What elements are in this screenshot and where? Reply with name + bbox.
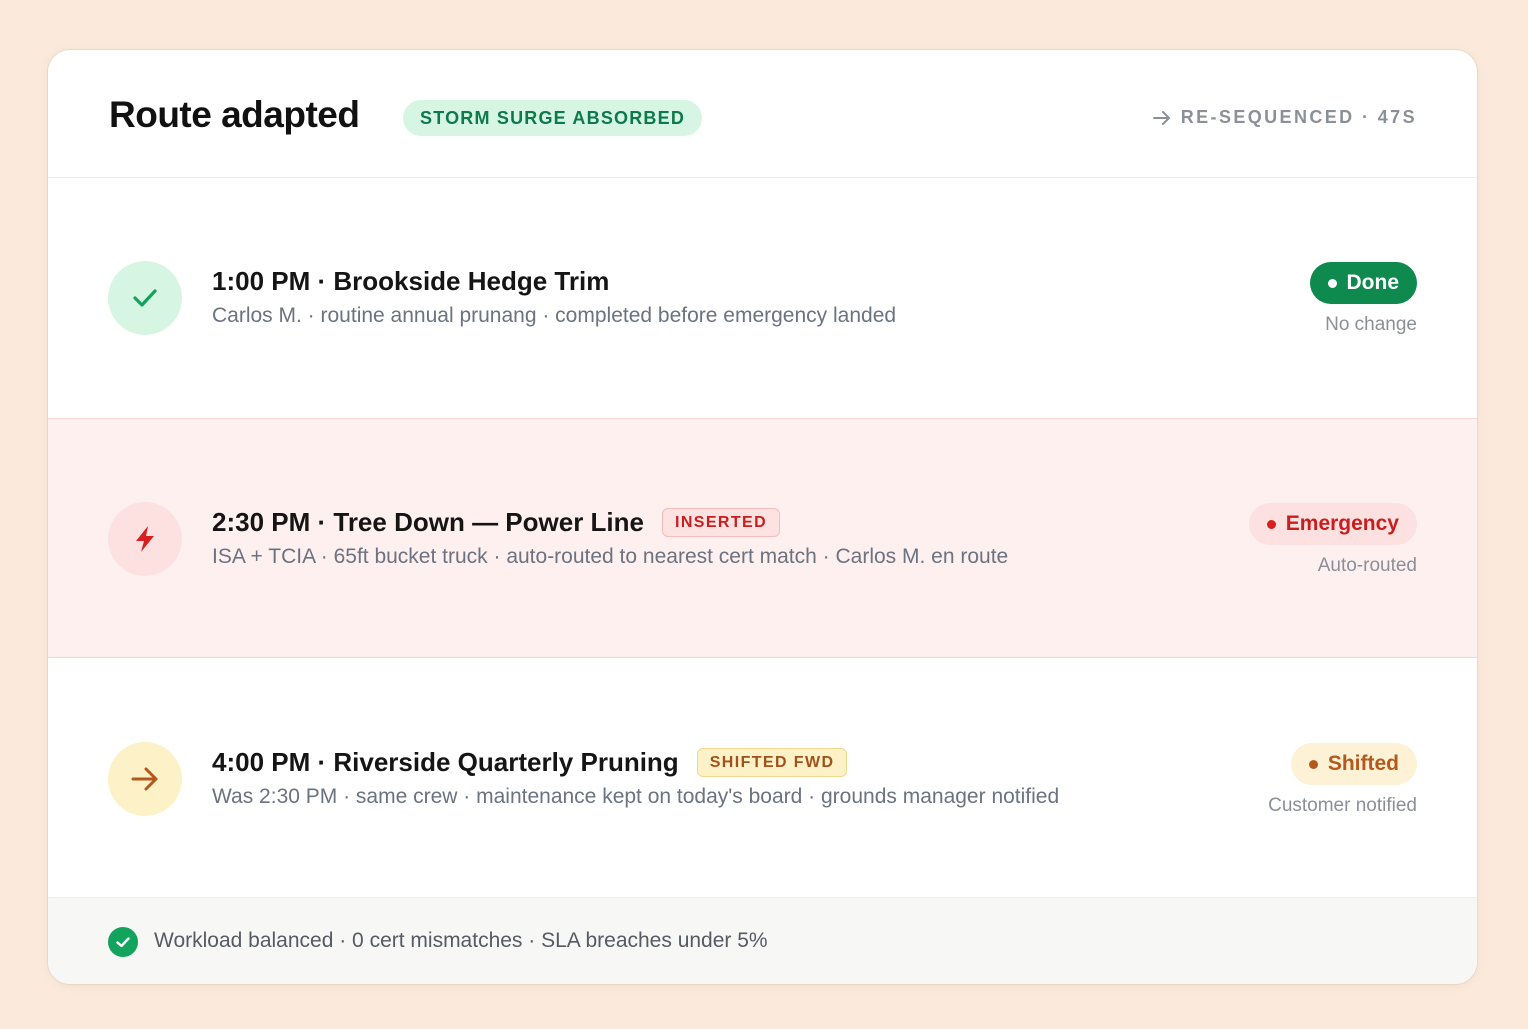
job-row-brookside[interactable]: 1:00 PM · Brookside Hedge Trim Carlos M.… [48, 178, 1477, 418]
job-row-riverside[interactable]: 4:00 PM · Riverside Quarterly Pruning SH… [48, 659, 1477, 899]
status-note: Auto-routed [1317, 555, 1417, 576]
job-title-text: 1:00 PM · Brookside Hedge Trim [212, 266, 610, 296]
status-note: No change [1325, 314, 1417, 335]
job-row-tree-down[interactable]: 2:30 PM · Tree Down — Power Line INSERTE… [48, 418, 1477, 658]
status-note: Customer notified [1268, 795, 1417, 816]
status-label: Shifted [1327, 752, 1399, 775]
job-subtitle: Carlos M. · routine annual prunang · com… [212, 304, 897, 327]
job-title: 2:30 PM · Tree Down — Power Line INSERTE… [212, 507, 781, 538]
job-title-text: 2:30 PM · Tree Down — Power Line [212, 507, 644, 537]
route-card: Route adapted STORM SURGE ABSORBED RE-SE… [48, 50, 1477, 984]
inserted-tag: INSERTED [661, 508, 781, 537]
status-block: Emergency Auto-routed [1248, 503, 1417, 577]
job-title-text: 4:00 PM · Riverside Quarterly Pruning [212, 747, 679, 777]
check-circle-icon [108, 927, 138, 957]
arrow-right-icon [1152, 110, 1171, 125]
storm-surge-badge: STORM SURGE ABSORBED [403, 100, 703, 136]
resequenced-label: RE-SEQUENCED · 47S [1180, 107, 1417, 127]
status-badge-done: Done [1309, 262, 1417, 304]
job-title: 4:00 PM · Riverside Quarterly Pruning SH… [212, 747, 848, 778]
resequenced-indicator: RE-SEQUENCED · 47S [1152, 107, 1417, 128]
page-title: Route adapted [109, 94, 360, 135]
summary-text: Workload balanced · 0 cert mismatches · … [154, 929, 768, 952]
status-dot-icon [1266, 519, 1276, 529]
job-title: 1:00 PM · Brookside Hedge Trim [212, 266, 609, 297]
arrow-right-icon [108, 742, 182, 816]
shifted-fwd-tag: SHIFTED FWD [696, 748, 848, 777]
status-block: Shifted Customer notified [1268, 743, 1417, 817]
card-header: Route adapted STORM SURGE ABSORBED RE-SE… [48, 50, 1477, 178]
status-dot-icon [1327, 278, 1337, 288]
status-badge-shifted: Shifted [1290, 743, 1417, 785]
status-badge-emergency: Emergency [1248, 503, 1417, 545]
status-block: Done No change [1309, 262, 1417, 336]
status-dot-icon [1308, 759, 1318, 769]
status-label: Done [1346, 271, 1400, 294]
checkmark-icon [108, 261, 182, 335]
lightning-bolt-icon [108, 502, 182, 576]
job-subtitle: ISA + TCIA · 65ft bucket truck · auto-ro… [212, 545, 1009, 568]
job-subtitle: Was 2:30 PM · same crew · maintenance ke… [212, 785, 1060, 808]
summary-footer: Workload balanced · 0 cert mismatches · … [48, 897, 1477, 984]
status-label: Emergency [1285, 512, 1399, 535]
